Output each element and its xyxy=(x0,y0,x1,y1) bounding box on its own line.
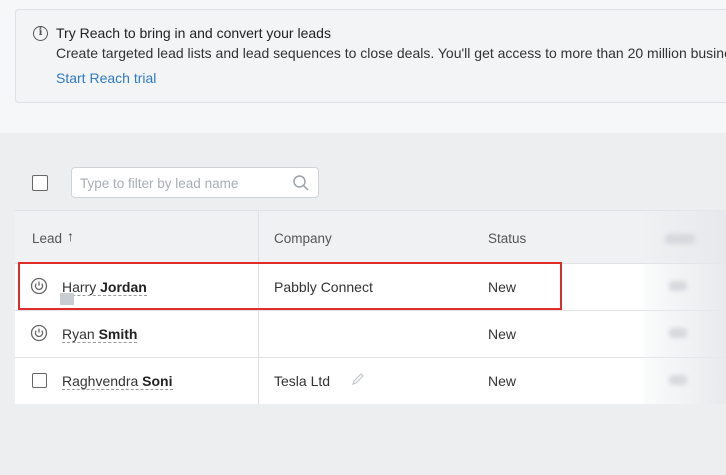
table-header: Lead ↑ Company Status xyxy=(15,211,726,264)
table-row[interactable]: Ryan Smith New xyxy=(15,311,726,358)
status-column-header[interactable]: Status xyxy=(488,231,526,246)
lead-filter-input[interactable] xyxy=(80,173,285,193)
banner-title: Try Reach to bring in and convert your l… xyxy=(56,25,331,41)
blurred-columns xyxy=(643,210,726,404)
power-icon[interactable] xyxy=(30,324,48,342)
table-row[interactable]: Raghvendra Soni Tesla Ltd New xyxy=(15,358,726,405)
highlight-box xyxy=(18,262,562,310)
pencil-icon[interactable] xyxy=(351,372,365,386)
blurred-cell xyxy=(669,328,687,338)
lead-column-header[interactable]: Lead xyxy=(32,231,62,246)
reach-banner: i Try Reach to bring in and convert your… xyxy=(15,9,726,103)
select-all-checkbox[interactable] xyxy=(32,175,48,191)
status-cell: New xyxy=(488,373,517,389)
lead-name-link[interactable]: Ryan Smith xyxy=(62,326,138,343)
status-cell: New xyxy=(488,326,517,342)
lead-filter[interactable] xyxy=(71,167,319,198)
company-column-header[interactable]: Company xyxy=(274,231,332,246)
blurred-header xyxy=(665,234,695,244)
blurred-cell xyxy=(669,281,687,291)
start-reach-trial-link[interactable]: Start Reach trial xyxy=(56,70,156,86)
blurred-cell xyxy=(669,375,687,385)
row-checkbox[interactable] xyxy=(32,373,47,388)
bottom-area xyxy=(0,404,726,475)
info-icon: i xyxy=(33,26,48,41)
search-icon[interactable] xyxy=(292,174,310,192)
lead-name-link[interactable]: Raghvendra Soni xyxy=(62,373,173,390)
sort-ascending-icon[interactable]: ↑ xyxy=(67,228,74,244)
company-cell: Tesla Ltd xyxy=(274,373,331,389)
banner-description: Create targeted lead lists and lead sequ… xyxy=(56,45,726,61)
